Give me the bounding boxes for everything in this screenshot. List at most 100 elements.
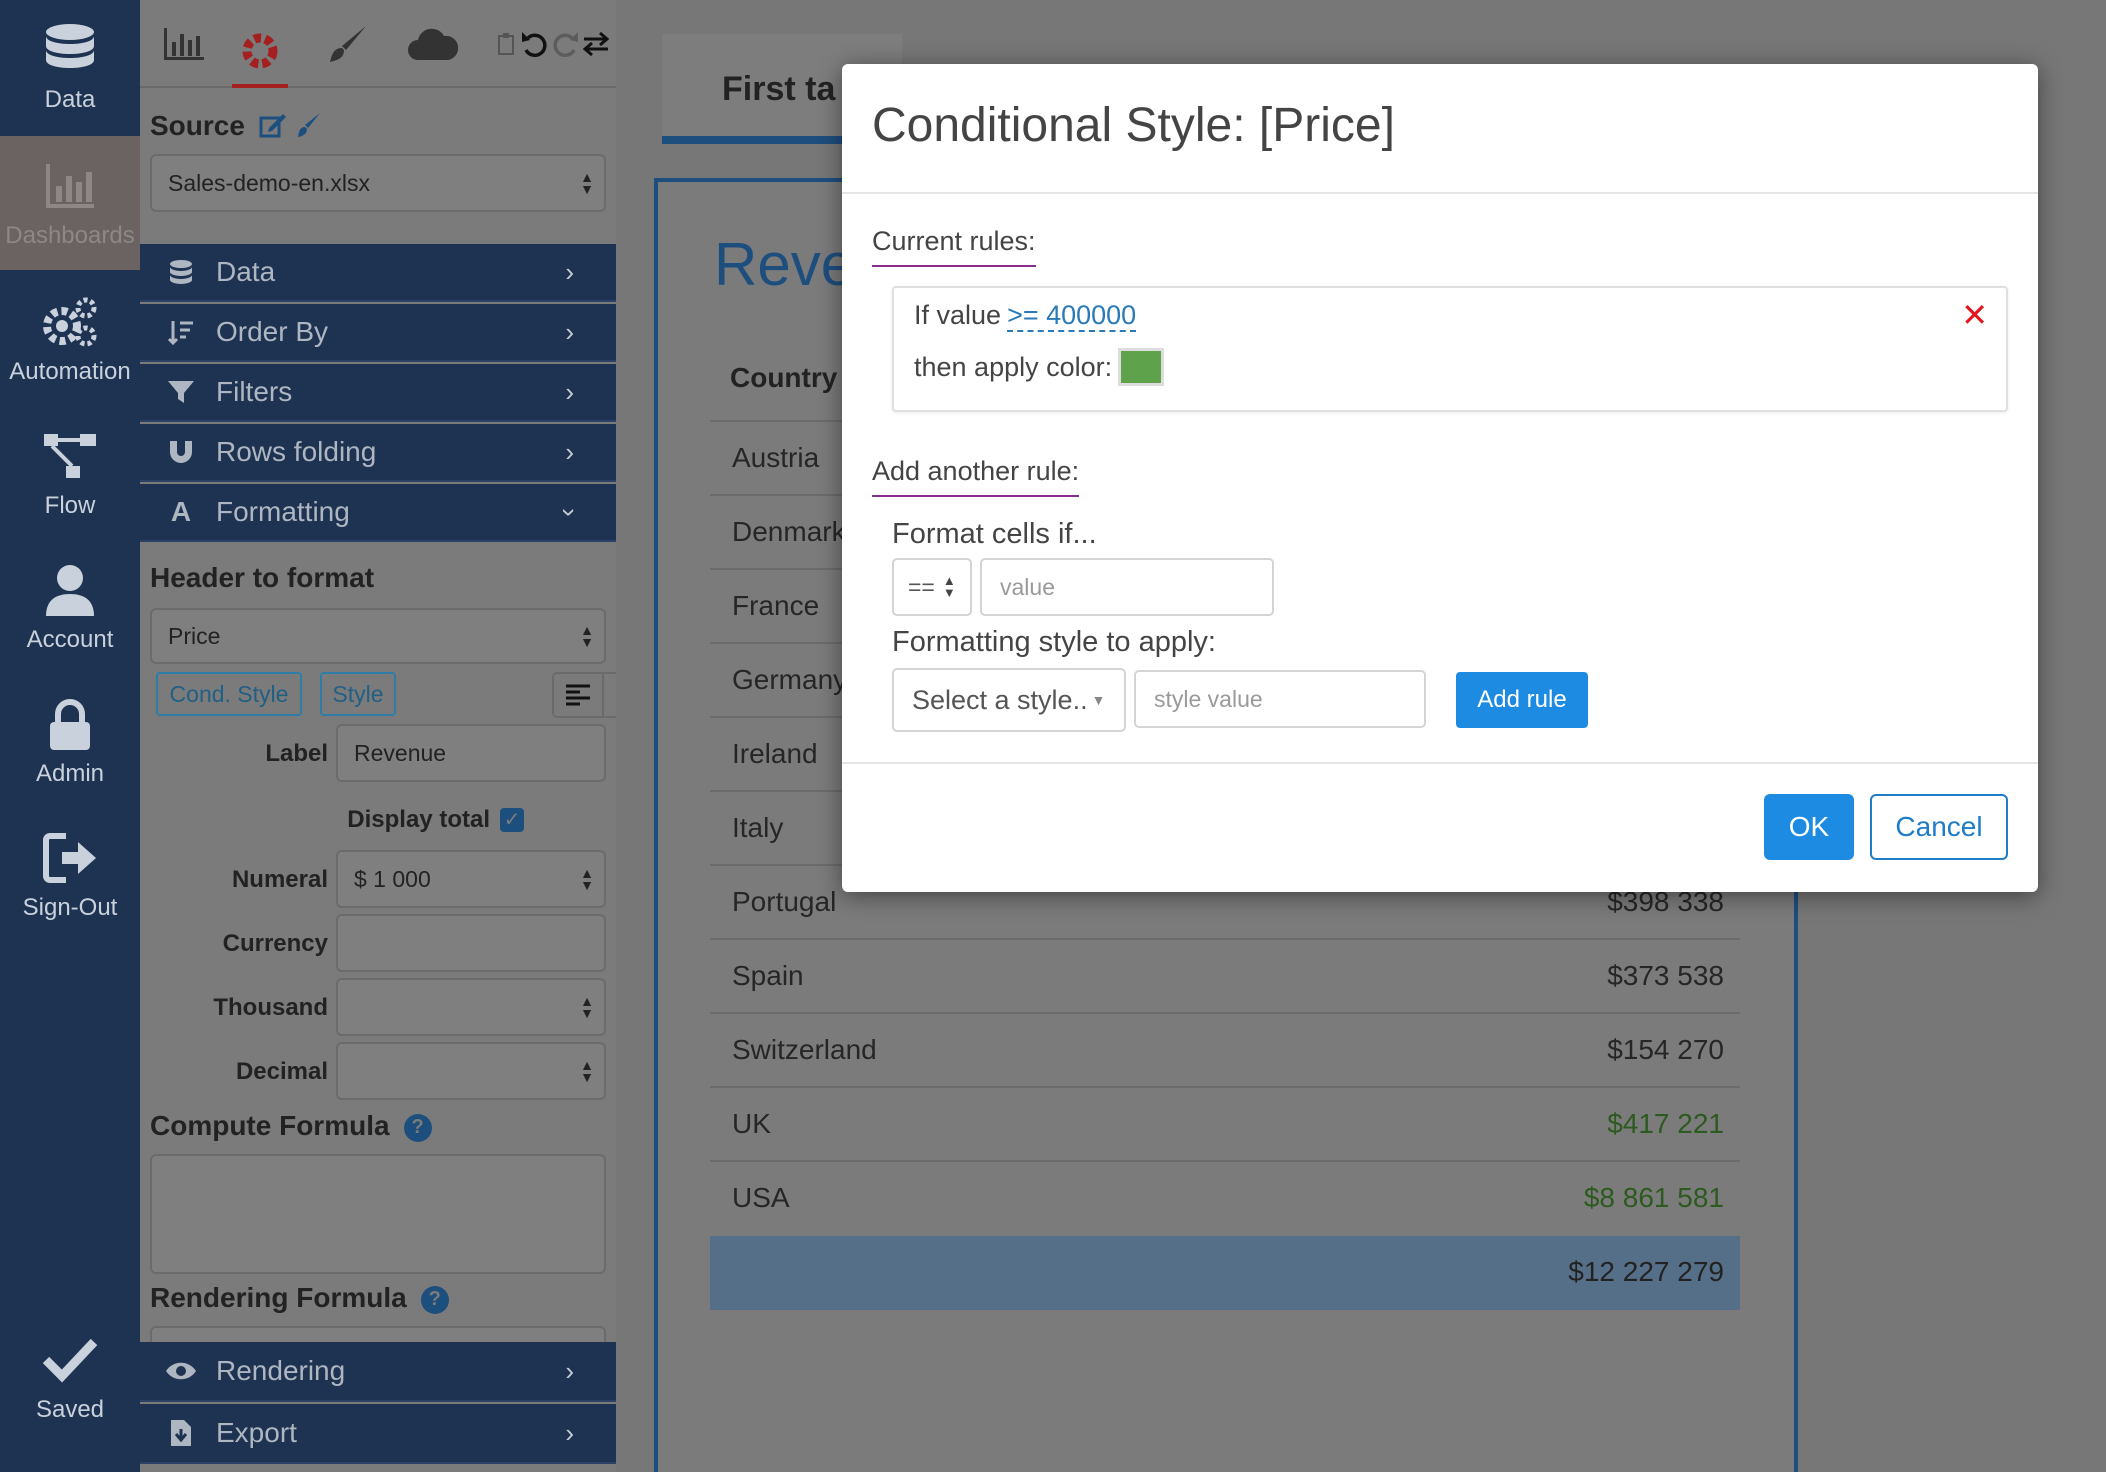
accordion-filters[interactable]: Filters › (140, 364, 616, 422)
display-total-label: Display total (347, 806, 490, 833)
select-arrows-icon: ▲ ▼ (580, 993, 594, 1021)
country-cell: Spain (732, 960, 804, 991)
accordion-formatting-label: Formatting (216, 496, 350, 527)
select-arrows-icon: ▲ ▼ (942, 573, 956, 600)
accordion-rows-folding-label: Rows folding (216, 436, 377, 467)
nav-item-label: Sign-Out (22, 894, 118, 921)
total-value: $12 227 279 (1568, 1256, 1724, 1287)
file-download-icon (164, 1419, 198, 1447)
country-cell: UK (732, 1108, 771, 1139)
value-input[interactable]: value (980, 558, 1274, 616)
cloud-button[interactable] (404, 18, 460, 70)
accordion-export[interactable]: Export › (140, 1404, 616, 1464)
ok-button[interactable]: OK (1764, 794, 1854, 860)
thousand-select[interactable]: ▲ ▼ (336, 978, 606, 1036)
table-row: USA $8 861 581 (710, 1160, 1740, 1234)
rule-color-swatch[interactable] (1118, 348, 1165, 386)
style-select[interactable]: Select a style.. ▼ (892, 668, 1126, 732)
column-header-country: Country (730, 362, 838, 393)
source-select[interactable]: Sales-demo-en.xlsx ▲ ▼ (150, 154, 606, 212)
accordion-data[interactable]: Data › (140, 244, 616, 302)
nav-item-account[interactable]: Account (0, 540, 140, 674)
flow-icon (44, 434, 96, 478)
formatting-style-label: Formatting style to apply: (892, 626, 1216, 658)
bar-chart-icon (164, 28, 204, 60)
rule-condition-line: If value >= 400000 (914, 300, 1137, 332)
format-cells-if-label: Format cells if... (892, 518, 1097, 550)
redo-button[interactable] (550, 18, 582, 70)
cloud-icon (408, 28, 458, 60)
accordion-order-by[interactable]: Order By › (140, 304, 616, 362)
table-row: UK $417 221 (710, 1086, 1740, 1160)
nav-item-label: Admin (35, 760, 105, 787)
select-arrows-icon: ▲ ▼ (580, 865, 594, 893)
source-section-title: Source (150, 110, 321, 142)
nav-item-automation[interactable]: Automation (0, 272, 140, 406)
style-select-value: Select a style.. (912, 684, 1088, 715)
clipboard-icon (498, 33, 514, 55)
select-arrows-icon: ▲ ▼ (580, 1057, 594, 1085)
bar-chart-icon (46, 164, 94, 208)
style-tab-button[interactable] (320, 18, 376, 70)
country-cell: France (732, 590, 820, 621)
undo-button[interactable] (518, 18, 550, 70)
style-button[interactable]: Style (320, 672, 396, 716)
header-select[interactable]: Price ▲ ▼ (150, 608, 606, 664)
nav-item-dashboards[interactable]: Dashboards (0, 136, 140, 270)
align-left-button[interactable] (554, 674, 604, 716)
numeral-select[interactable]: $ 1 000 ▲ ▼ (336, 850, 606, 908)
nav-item-label: Flow (44, 492, 96, 519)
compute-formula-label: Compute Formula (150, 1110, 390, 1141)
redo-icon (553, 32, 578, 58)
accordion-rows-folding[interactable]: Rows folding › (140, 424, 616, 482)
add-rule-button[interactable]: Add rule (1456, 672, 1588, 728)
delete-rule-icon[interactable]: ✕ (1961, 296, 1988, 334)
chart-settings-button[interactable] (156, 18, 212, 70)
tab-label: First ta (722, 70, 836, 108)
decimal-select[interactable]: ▲ ▼ (336, 1042, 606, 1100)
chevron-right-icon: › (565, 1417, 574, 1448)
rendering-formula-label: Rendering Formula (150, 1282, 407, 1313)
nav-item-label: Dashboards (5, 222, 135, 249)
nav-item-admin[interactable]: Admin (0, 674, 140, 808)
country-cell: Portugal (732, 886, 837, 917)
divider (842, 762, 2038, 764)
nav-item-flow[interactable]: Flow (0, 406, 140, 540)
country-cell: Germany (732, 664, 848, 695)
label-input[interactable]: Revenue (336, 724, 606, 782)
paint-brush-icon[interactable] (297, 112, 321, 138)
thousand-label: Thousand (213, 994, 328, 1021)
compute-formula-textarea[interactable] (150, 1154, 606, 1274)
accordion-rendering[interactable]: Rendering › (140, 1342, 616, 1402)
help-icon[interactable]: ? (403, 1113, 432, 1142)
help-icon[interactable]: ? (420, 1285, 449, 1314)
select-arrows-icon: ▲ ▼ (580, 622, 594, 650)
dialog-title: Conditional Style: [Price] (872, 99, 1395, 152)
accordion-export-label: Export (216, 1417, 297, 1448)
chevron-right-icon: › (565, 256, 574, 287)
display-total-checkbox[interactable]: ✓ (500, 808, 524, 832)
rule-condition-link[interactable]: >= 400000 (1007, 300, 1137, 332)
operator-value: == (908, 573, 935, 600)
currency-input[interactable] (336, 914, 606, 972)
chevron-right-icon: › (565, 1355, 574, 1386)
nav-item-data[interactable]: Data (0, 0, 140, 134)
cancel-button[interactable]: Cancel (1870, 794, 2008, 860)
lock-icon (50, 699, 90, 750)
cond-style-button[interactable]: Cond. Style (156, 672, 302, 716)
operator-select[interactable]: == ▲ ▼ (892, 558, 972, 616)
settings-tab-button[interactable] (232, 18, 288, 88)
font-icon: A (170, 496, 192, 527)
table-row: Spain $373 538 (710, 938, 1740, 1012)
accordion-formatting[interactable]: A Formatting › (140, 484, 616, 542)
checkmark-icon (42, 1338, 98, 1383)
edit-icon[interactable] (259, 112, 287, 138)
style-value-input[interactable]: style value (1134, 670, 1426, 728)
header-to-format-label: Header to format (150, 562, 375, 593)
compute-formula-title: Compute Formula? (150, 1110, 432, 1142)
rule-color-line: then apply color: (914, 348, 1165, 386)
clipboard-button[interactable] (494, 18, 518, 70)
country-cell: Denmark (732, 516, 846, 547)
nav-item-sign-out[interactable]: Sign-Out (0, 808, 140, 942)
swap-button[interactable] (580, 18, 612, 70)
